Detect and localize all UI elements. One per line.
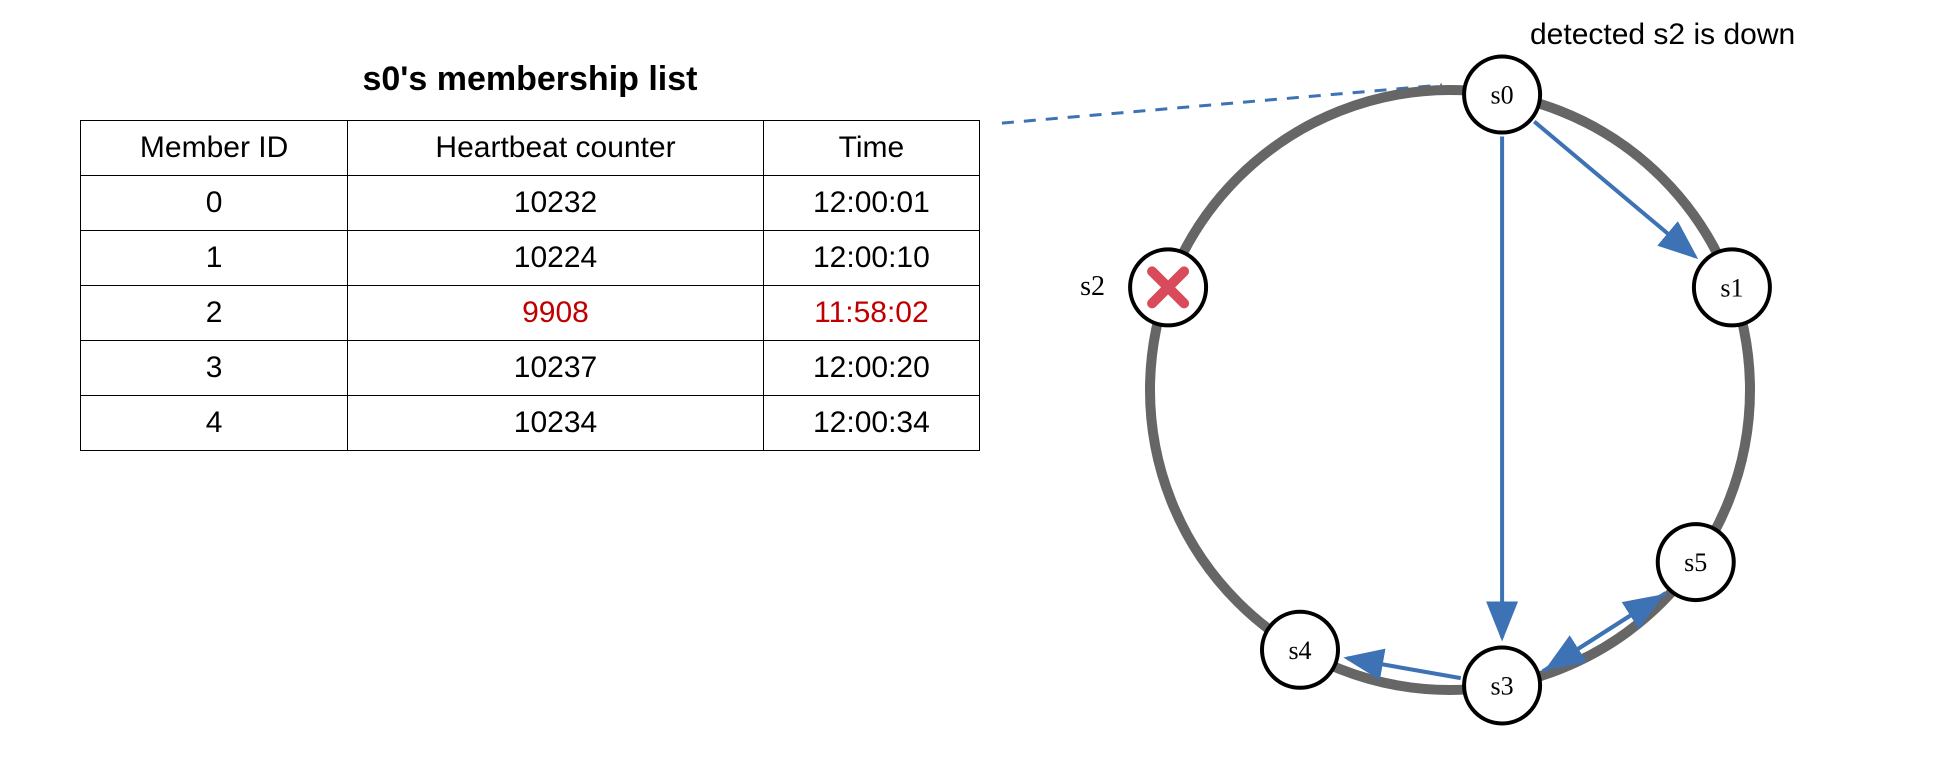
col-header-heartbeat: Heartbeat counter bbox=[348, 121, 764, 176]
node-label-s5: s5 bbox=[1684, 548, 1707, 577]
dashed-connector bbox=[1000, 85, 1442, 125]
cell-heartbeat: 10237 bbox=[348, 341, 764, 396]
node-label-s1: s1 bbox=[1720, 273, 1743, 302]
node-label-s3: s3 bbox=[1491, 671, 1514, 700]
table-row: 41023412:00:34 bbox=[81, 396, 980, 451]
table-title: s0's membership list bbox=[80, 60, 980, 99]
diagram-container: s0's membership list Member ID Heartbeat… bbox=[0, 0, 1952, 775]
table-row: 01023212:00:01 bbox=[81, 176, 980, 231]
col-header-member: Member ID bbox=[81, 121, 348, 176]
cell-time: 11:58:02 bbox=[763, 286, 979, 341]
node-s3: s3 bbox=[1464, 647, 1540, 723]
cell-member: 1 bbox=[81, 231, 348, 286]
gossip-edges bbox=[1347, 122, 1695, 679]
cell-heartbeat: 10224 bbox=[348, 231, 764, 286]
node-s2 bbox=[1130, 249, 1206, 325]
cell-member: 4 bbox=[81, 396, 348, 451]
node-label-s0: s0 bbox=[1491, 81, 1514, 110]
cell-heartbeat: 10234 bbox=[348, 396, 764, 451]
table-header-row: Member ID Heartbeat counter Time bbox=[81, 121, 980, 176]
node-s1: s1 bbox=[1694, 249, 1770, 325]
node-s5: s5 bbox=[1658, 524, 1734, 600]
cell-member: 2 bbox=[81, 286, 348, 341]
table-row: 31023712:00:20 bbox=[81, 341, 980, 396]
cell-heartbeat: 10232 bbox=[348, 176, 764, 231]
membership-table: Member ID Heartbeat counter Time 0102321… bbox=[80, 120, 980, 451]
node-label-s2: s2 bbox=[1080, 271, 1105, 303]
table-row: 11022412:00:10 bbox=[81, 231, 980, 286]
table-row: 2990811:58:02 bbox=[81, 286, 980, 341]
ring-circle bbox=[1150, 90, 1750, 690]
cell-member: 0 bbox=[81, 176, 348, 231]
cell-time: 12:00:20 bbox=[763, 341, 979, 396]
cell-heartbeat: 9908 bbox=[348, 286, 764, 341]
cell-member: 3 bbox=[81, 341, 348, 396]
node-label-s4: s4 bbox=[1288, 636, 1311, 665]
cell-time: 12:00:34 bbox=[763, 396, 979, 451]
nodes: s0 s1 s5 s3 s4 bbox=[1130, 57, 1770, 724]
edge-s5-s3 bbox=[1548, 593, 1666, 668]
col-header-time: Time bbox=[763, 121, 979, 176]
cell-time: 12:00:01 bbox=[763, 176, 979, 231]
cell-time: 12:00:10 bbox=[763, 231, 979, 286]
ring-diagram: s0 s1 s5 s3 s4 bbox=[1000, 0, 1900, 775]
node-s4: s4 bbox=[1262, 612, 1338, 688]
node-s0: s0 bbox=[1464, 57, 1540, 133]
